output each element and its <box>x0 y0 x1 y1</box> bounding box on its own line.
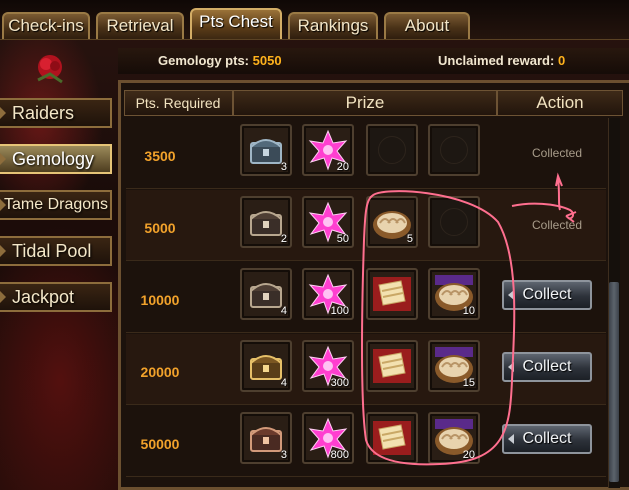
tab-pts-chest[interactable]: Pts Chest <box>190 8 282 39</box>
prize-slot[interactable] <box>366 268 418 320</box>
prize-quantity: 20 <box>336 161 349 173</box>
pts-required-value: 10000 <box>140 292 180 308</box>
prize-slot[interactable]: 50 <box>302 196 354 248</box>
prize-slot[interactable]: 300 <box>302 340 354 392</box>
column-header-action: Action <box>536 93 584 112</box>
collected-status: Collected <box>531 218 583 232</box>
prize-slot[interactable]: 2 <box>240 196 292 248</box>
prize-slot[interactable]: 4 <box>240 268 292 320</box>
prize-quantity: 2 <box>280 233 287 245</box>
gemology-value: 5050 <box>252 53 282 68</box>
empty-prize-slot <box>428 196 480 248</box>
gemology-points: Gemology pts: 5050 <box>158 53 282 68</box>
prize-quantity: 3 <box>280 161 287 173</box>
column-header-pts-required: Pts. Required <box>135 95 221 111</box>
empty-prize-slot <box>428 124 480 176</box>
prize-slot[interactable]: 10 <box>428 268 480 320</box>
tab-check-ins[interactable]: Check-ins <box>2 12 90 39</box>
prize-quantity: 3 <box>280 449 287 461</box>
unclaimed-label: Unclaimed reward: <box>438 53 555 68</box>
prize-quantity: 300 <box>330 377 349 389</box>
unclaimed-value: 0 <box>557 53 566 68</box>
prize-slot[interactable]: 15 <box>428 340 480 392</box>
scroll-tray-icon <box>373 421 411 455</box>
prize-slot[interactable]: 800 <box>302 412 354 464</box>
tab-rankings[interactable]: Rankings <box>288 12 378 39</box>
pts-required-value: 5000 <box>144 220 176 236</box>
pts-required-value: 50000 <box>140 436 180 452</box>
unclaimed-reward: Unclaimed reward: 0 <box>438 53 565 68</box>
empty-prize-slot <box>366 124 418 176</box>
tab-about[interactable]: About <box>384 12 470 39</box>
sidebar-item-jackpot[interactable]: Jackpot <box>0 282 112 312</box>
sidebar-item-gemology[interactable]: Gemology <box>0 144 112 174</box>
collect-button[interactable]: Collect <box>502 424 592 454</box>
prize-quantity: 20 <box>462 449 475 461</box>
prize-quantity: 10 <box>462 305 475 317</box>
pts-required-value: 3500 <box>144 148 176 164</box>
prize-slot[interactable]: 20 <box>302 124 354 176</box>
sidebar-item-raiders[interactable]: Raiders <box>0 98 112 128</box>
collect-button[interactable]: Collect <box>502 352 592 382</box>
scroll-tray-icon <box>373 277 411 311</box>
prize-quantity: 800 <box>330 449 349 461</box>
prize-quantity: 4 <box>280 305 287 317</box>
prize-quantity: 4 <box>280 377 287 389</box>
sidebar-item-tidal-pool[interactable]: Tidal Pool <box>0 236 112 266</box>
prize-quantity: 100 <box>330 305 349 317</box>
scrollbar-thumb[interactable] <box>609 282 619 482</box>
prize-slot[interactable]: 20 <box>428 412 480 464</box>
prize-quantity: 15 <box>462 377 475 389</box>
prize-slot[interactable]: 4 <box>240 340 292 392</box>
rose-icon <box>37 55 63 84</box>
collect-button[interactable]: Collect <box>502 280 592 310</box>
pts-required-value: 20000 <box>140 364 180 380</box>
scroll-tray-icon <box>373 349 411 383</box>
prize-slot[interactable] <box>366 412 418 464</box>
column-header-prize: Prize <box>345 93 385 112</box>
prize-quantity: 5 <box>406 233 413 245</box>
prize-slot[interactable]: 100 <box>302 268 354 320</box>
sidebar-item-tame-dragons[interactable]: Tame Dragons <box>0 190 112 220</box>
prize-slot[interactable]: 3 <box>240 124 292 176</box>
gemology-label: Gemology pts: <box>158 53 250 68</box>
tab-retrieval[interactable]: Retrieval <box>96 12 184 39</box>
prize-slot[interactable] <box>366 340 418 392</box>
prize-slot[interactable]: 3 <box>240 412 292 464</box>
collected-status: Collected <box>531 146 583 160</box>
prize-slot[interactable]: 5 <box>366 196 418 248</box>
prize-quantity: 50 <box>336 233 349 245</box>
